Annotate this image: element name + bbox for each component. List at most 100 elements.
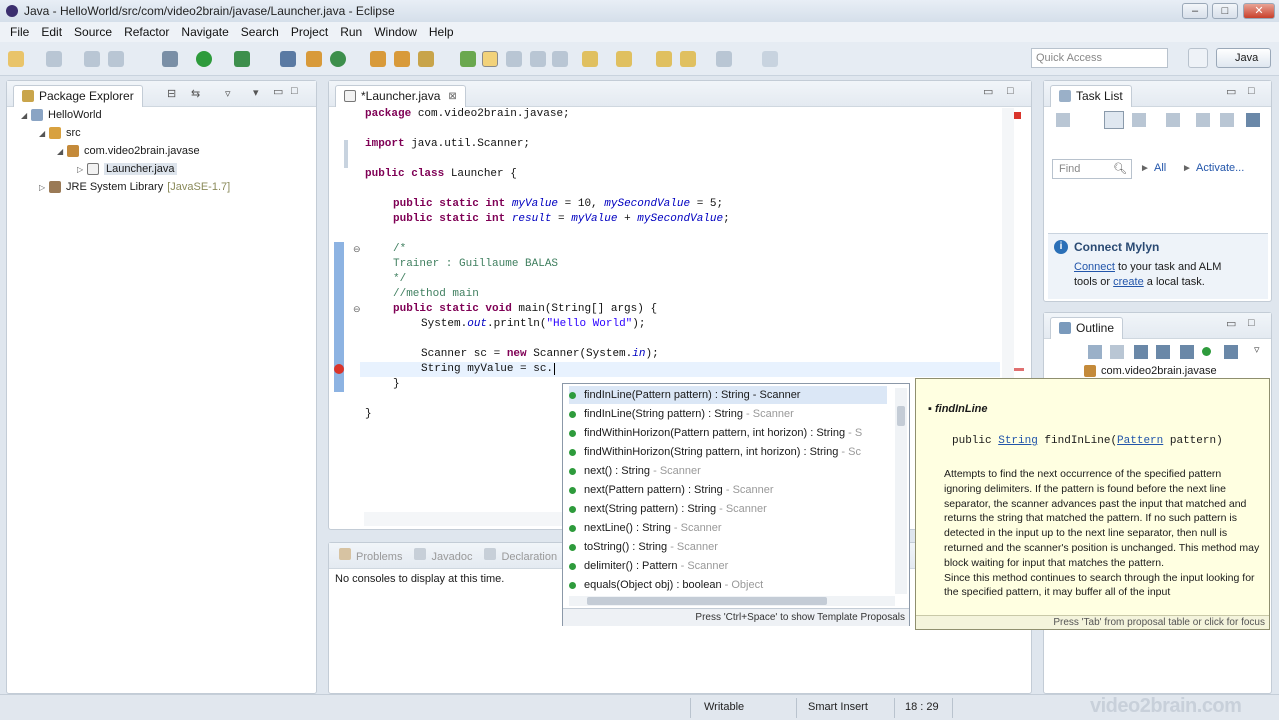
link-editor-icon[interactable]: ⇆ bbox=[191, 87, 200, 100]
menu-refactor[interactable]: Refactor bbox=[118, 25, 175, 39]
view-menu-chevron-icon[interactable]: ▾ bbox=[253, 86, 259, 99]
tree-item-project[interactable]: ◢ HelloWorld bbox=[21, 109, 102, 121]
annotation-icon[interactable] bbox=[460, 51, 476, 67]
show-whitespace-icon[interactable] bbox=[530, 51, 546, 67]
sort-icon[interactable] bbox=[1088, 345, 1102, 359]
proposal-item[interactable]: toString() : String - Scanner bbox=[569, 538, 887, 556]
proposal-vertical-scrollbar[interactable] bbox=[895, 388, 907, 594]
code-line[interactable]: } bbox=[365, 408, 372, 420]
code-line[interactable]: import java.util.Scanner; bbox=[365, 138, 530, 150]
new-task-icon[interactable] bbox=[1056, 113, 1070, 127]
new-class-icon[interactable] bbox=[330, 51, 346, 67]
code-line[interactable]: public class Launcher { bbox=[365, 168, 517, 180]
view-menu-icon[interactable]: ▿ bbox=[225, 87, 231, 100]
tab-package-explorer[interactable]: Package Explorer bbox=[13, 84, 143, 107]
proposal-item[interactable]: next() : String - Scanner bbox=[569, 462, 887, 480]
menu-edit[interactable]: Edit bbox=[35, 25, 68, 39]
open-task-icon[interactable] bbox=[394, 51, 410, 67]
quick-access-input[interactable]: Quick Access bbox=[1031, 48, 1168, 68]
maximize-view-icon[interactable]: □ bbox=[291, 85, 298, 97]
sig-param-link[interactable]: Pattern bbox=[1117, 435, 1163, 447]
debug-icon[interactable] bbox=[162, 51, 178, 67]
tab-javadoc[interactable]: Javadoc bbox=[414, 548, 472, 563]
proposal-item[interactable]: findWithinHorizon(String pattern, int ho… bbox=[569, 443, 887, 461]
error-marker-icon[interactable] bbox=[334, 364, 344, 374]
code-line[interactable]: public static int result = myValue + myS… bbox=[393, 213, 730, 225]
code-comment[interactable]: /* bbox=[393, 243, 406, 255]
tree-item-jre[interactable]: ▷ JRE System Library [JavaSE-1.7] bbox=[39, 181, 230, 193]
sig-type-link[interactable]: String bbox=[998, 435, 1038, 447]
filter-icon[interactable] bbox=[1166, 113, 1180, 127]
hide-nonpublic-icon[interactable] bbox=[1180, 345, 1194, 359]
maximize-view-icon[interactable]: □ bbox=[1248, 317, 1255, 329]
minimize-view-icon[interactable]: ▭ bbox=[1226, 85, 1236, 98]
connect-link[interactable]: Connect bbox=[1074, 261, 1115, 273]
collapse-icon[interactable] bbox=[1220, 113, 1234, 127]
code-line[interactable]: System.out.println("Hello World"); bbox=[421, 318, 645, 330]
editor-horizontal-scrollbar[interactable] bbox=[364, 512, 564, 526]
fold-icon[interactable]: ⊖ bbox=[353, 304, 361, 315]
tab-outline[interactable]: Outline bbox=[1050, 316, 1124, 339]
code-comment[interactable]: */ bbox=[393, 273, 406, 285]
run-icon[interactable] bbox=[196, 51, 212, 67]
code-line[interactable]: package com.video2brain.javase; bbox=[365, 108, 570, 120]
task-find-input[interactable]: Find 🔍︎ bbox=[1052, 159, 1132, 179]
scheduled-icon[interactable] bbox=[1132, 113, 1146, 127]
create-link[interactable]: create bbox=[1113, 276, 1144, 288]
menu-help[interactable]: Help bbox=[423, 25, 460, 39]
code-line[interactable]: } bbox=[393, 378, 400, 390]
proposal-item[interactable]: findInLine(Pattern pattern) : String - S… bbox=[569, 386, 887, 404]
all-link[interactable]: All bbox=[1154, 162, 1166, 174]
close-button[interactable]: ✕ bbox=[1243, 3, 1275, 19]
new-icon[interactable] bbox=[8, 51, 24, 67]
view-menu-icon[interactable]: ▿ bbox=[1254, 343, 1260, 356]
proposal-item[interactable]: equals(Object obj) : boolean - Object bbox=[569, 576, 887, 594]
tree-item-file[interactable]: ▷ Launcher.java bbox=[77, 163, 177, 175]
hide-static-icon[interactable] bbox=[1156, 345, 1170, 359]
minimize-button[interactable]: – bbox=[1182, 3, 1208, 19]
menu-window[interactable]: Window bbox=[368, 25, 423, 39]
proposal-horizontal-scrollbar[interactable] bbox=[569, 596, 895, 606]
show-line-numbers-icon[interactable] bbox=[552, 51, 568, 67]
external-tools-icon[interactable] bbox=[234, 51, 250, 67]
new-java-project-icon[interactable] bbox=[280, 51, 296, 67]
activate-link[interactable]: Activate... bbox=[1196, 162, 1244, 174]
collapse-all-icon[interactable]: ⊟ bbox=[167, 87, 176, 100]
hide-local-types-icon[interactable] bbox=[1224, 345, 1238, 359]
tab-problems[interactable]: Problems bbox=[339, 548, 402, 563]
collapse-all-icon[interactable] bbox=[1110, 345, 1124, 359]
fold-icon[interactable]: ⊖ bbox=[353, 244, 361, 255]
maximize-editor-icon[interactable]: □ bbox=[1007, 85, 1014, 97]
prev-annotation-icon[interactable] bbox=[616, 51, 632, 67]
proposal-item[interactable]: next(Pattern pattern) : String - Scanner bbox=[569, 481, 887, 499]
forward-icon[interactable] bbox=[716, 51, 732, 67]
mark-occurrences-icon[interactable] bbox=[482, 51, 498, 67]
menu-run[interactable]: Run bbox=[334, 25, 368, 39]
proposal-item[interactable]: delimiter() : Pattern - Scanner bbox=[569, 557, 887, 575]
public-members-icon[interactable] bbox=[1202, 347, 1211, 356]
proposal-hscroll-thumb[interactable] bbox=[587, 597, 827, 605]
minimize-view-icon[interactable]: ▭ bbox=[273, 85, 283, 98]
expand-icon[interactable] bbox=[1196, 113, 1210, 127]
proposal-scroll-thumb[interactable] bbox=[897, 406, 905, 426]
next-annotation-icon[interactable] bbox=[582, 51, 598, 67]
maximize-view-icon[interactable]: □ bbox=[1248, 85, 1255, 97]
last-edit-icon[interactable] bbox=[656, 51, 672, 67]
tab-task-list[interactable]: Task List bbox=[1050, 84, 1132, 107]
tab-declaration[interactable]: Declaration bbox=[484, 548, 557, 563]
save-icon[interactable] bbox=[46, 51, 62, 67]
code-line[interactable]: public static void main(String[] args) { bbox=[393, 303, 657, 315]
hide-fields-icon[interactable] bbox=[1134, 345, 1148, 359]
code-line-current[interactable]: String myValue = sc. bbox=[421, 363, 556, 375]
tree-item-package[interactable]: ◢ com.video2brain.javase bbox=[57, 145, 200, 157]
search-icon[interactable] bbox=[418, 51, 434, 67]
back-icon[interactable] bbox=[680, 51, 696, 67]
pin-editor-icon[interactable] bbox=[762, 51, 778, 67]
print-icon[interactable] bbox=[108, 51, 124, 67]
open-perspective-icon[interactable] bbox=[1188, 48, 1208, 68]
code-line[interactable]: Scanner sc = new Scanner(System.in); bbox=[421, 348, 659, 360]
menu-project[interactable]: Project bbox=[285, 25, 334, 39]
proposal-item[interactable]: next(String pattern) : String - Scanner bbox=[569, 500, 887, 518]
close-tab-icon[interactable]: ⊠ bbox=[448, 91, 456, 102]
block-selection-icon[interactable] bbox=[506, 51, 522, 67]
